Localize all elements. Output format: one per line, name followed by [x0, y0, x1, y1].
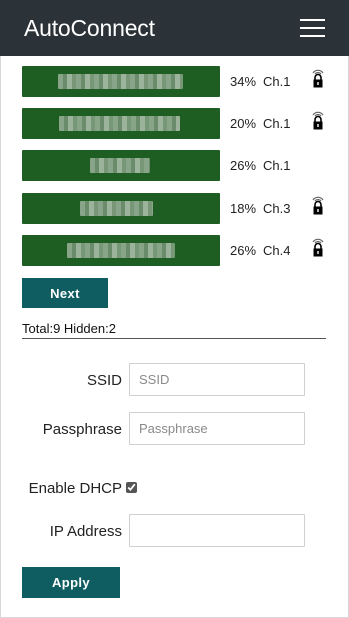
ap-button[interactable]: xxxxxxxxxx — [22, 150, 220, 181]
secured-lock-icon — [312, 238, 324, 257]
ap-row: xxxxxxxxxxx 18% Ch.3 — [22, 193, 332, 225]
divider — [22, 338, 326, 339]
passphrase-label: Passphrase — [42, 421, 122, 438]
app-title: AutoConnect — [24, 15, 155, 41]
ap-signal-strength: 26% — [230, 158, 257, 173]
network-count-summary: Total:9 Hidden:2 — [22, 321, 116, 336]
ip-address-label: IP Address — [49, 523, 122, 540]
passphrase-input[interactable] — [129, 412, 305, 445]
ssid-input[interactable] — [129, 363, 305, 396]
ap-button[interactable]: xxxxxxxxxxxxxxx — [22, 235, 220, 266]
ap-channel: Ch.1 — [263, 74, 291, 89]
secured-lock-icon — [312, 196, 324, 215]
apply-button[interactable]: Apply — [22, 567, 120, 598]
ap-signal-strength: 34% — [230, 74, 257, 89]
ap-channel: Ch.1 — [263, 158, 291, 173]
ip-address-input[interactable] — [129, 514, 305, 547]
ap-channel: Ch.3 — [263, 201, 291, 216]
ap-signal-strength: 26% — [230, 243, 257, 258]
ap-ssid: xxxxxxxxxxxxxxxx — [58, 74, 183, 89]
ap-button[interactable]: xxxxxxxxxxxxxxxx — [22, 66, 220, 97]
ap-channel: Ch.1 — [263, 116, 291, 131]
ap-row: xxxxxxxxxx 26% Ch.1 — [22, 150, 332, 182]
ap-button[interactable]: xxxxxxxxxxxxxxxx — [22, 108, 220, 139]
ap-signal-strength: 18% — [230, 201, 257, 216]
ap-ssid: xxxxxxxxxxxxxxx — [67, 243, 175, 258]
ssid-label: SSID — [86, 372, 122, 389]
header-bar: AutoConnect — [0, 0, 349, 56]
next-page-button[interactable]: Next — [22, 278, 108, 308]
ap-channel: Ch.4 — [263, 243, 291, 258]
ap-row: xxxxxxxxxxxxxxxx 20% Ch.1 — [22, 108, 332, 140]
secured-lock-icon — [312, 111, 324, 130]
ap-button[interactable]: xxxxxxxxxxx — [22, 193, 220, 224]
enable-dhcp-label: Enable DHCP — [28, 480, 122, 497]
ap-signal-strength: 20% — [230, 116, 257, 131]
secured-lock-icon — [312, 69, 324, 88]
ap-ssid: xxxxxxxxxxx — [80, 201, 153, 216]
hamburger-menu-icon[interactable] — [300, 18, 325, 38]
ap-ssid: xxxxxxxxxx — [90, 158, 150, 173]
ap-ssid: xxxxxxxxxxxxxxxx — [59, 116, 180, 131]
ap-row: xxxxxxxxxxxxxxxx 34% Ch.1 — [22, 66, 332, 98]
enable-dhcp-checkbox[interactable] — [126, 482, 137, 493]
ap-row: xxxxxxxxxxxxxxx 26% Ch.4 — [22, 235, 332, 267]
